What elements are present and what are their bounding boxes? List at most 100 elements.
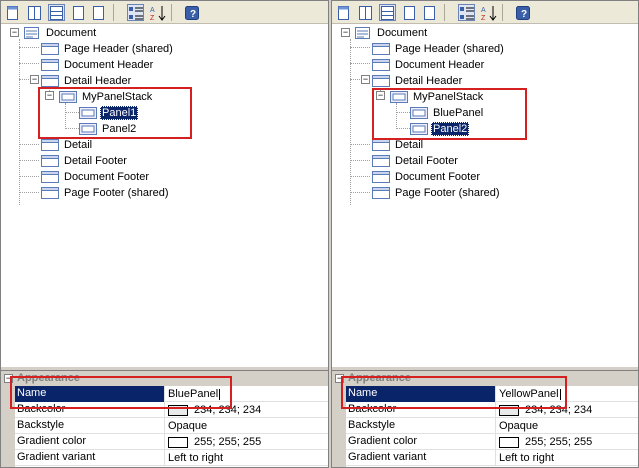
tree-connector: [350, 63, 370, 64]
collapse-document-toggle[interactable]: −: [341, 28, 350, 37]
svg-text:A: A: [150, 7, 155, 14]
tree-node-detail[interactable]: Detail: [41, 137, 94, 152]
property-value[interactable]: 255; 255; 255: [166, 434, 328, 450]
property-grid: − Appearance Name YellowPanel Backcolor …: [332, 370, 638, 467]
toolbar: AZ ?: [332, 1, 638, 24]
color-swatch: [499, 436, 519, 448]
property-pages-icon[interactable]: ?: [183, 4, 200, 21]
tree-connector: [19, 192, 39, 193]
section-icon[interactable]: [335, 4, 352, 21]
property-name: Gradient color: [15, 434, 165, 450]
section-icon: [372, 42, 390, 55]
rows-icon[interactable]: [48, 4, 65, 21]
tree-node-label: Document Footer: [395, 170, 480, 183]
blank-page-icon[interactable]: [90, 4, 107, 21]
tree-node-document-footer[interactable]: Document Footer: [41, 169, 151, 184]
section-icon: [372, 58, 390, 71]
property-value-text: 255; 255; 255: [194, 435, 262, 448]
right-designer-pane: AZ ? − − − Document Page Header (shared)…: [331, 0, 639, 468]
color-swatch: [168, 436, 188, 448]
tree-node-page-footer[interactable]: Page Footer (shared): [41, 185, 171, 200]
categorized-icon[interactable]: [127, 4, 144, 21]
columns-icon[interactable]: [357, 4, 374, 21]
tree-node-page-header[interactable]: Page Header (shared): [41, 41, 175, 56]
property-name: Gradient color: [346, 434, 496, 450]
collapse-detail-header-toggle[interactable]: −: [30, 75, 39, 84]
property-value[interactable]: Opaque: [166, 418, 328, 434]
property-value-text: 255; 255; 255: [525, 435, 593, 448]
section-icon: [41, 170, 59, 183]
tree-connector: [350, 47, 370, 48]
rows-icon[interactable]: [379, 4, 396, 21]
tree-connector: [19, 63, 39, 64]
tree-connector: [19, 160, 39, 161]
svg-text:Z: Z: [150, 15, 155, 21]
sort-az-icon[interactable]: AZ: [149, 4, 166, 21]
property-value[interactable]: Left to right: [166, 450, 328, 466]
section-icon: [372, 170, 390, 183]
sort-az-icon[interactable]: AZ: [480, 4, 497, 21]
tree-node-page-footer[interactable]: Page Footer (shared): [372, 185, 502, 200]
tree-node-document[interactable]: Document: [354, 25, 429, 40]
toolbar-separator: [113, 4, 114, 21]
property-value[interactable]: 255; 255; 255: [497, 434, 638, 450]
left-designer-pane: AZ ? − − − Document Page Header (shared): [0, 0, 329, 468]
tree-connector: [19, 176, 39, 177]
svg-text:?: ?: [190, 9, 196, 20]
section-icon: [372, 138, 390, 151]
tree-node-label: Document Header: [64, 58, 154, 71]
property-pages-icon[interactable]: ?: [514, 4, 531, 21]
collapse-document-toggle[interactable]: −: [10, 28, 19, 37]
toolbar-separator: [502, 4, 503, 21]
tree-node-label: Document: [46, 26, 97, 39]
property-value[interactable]: Opaque: [497, 418, 638, 434]
property-name: Backstyle: [346, 418, 496, 434]
section-icon: [372, 154, 390, 167]
categorized-icon[interactable]: [458, 4, 475, 21]
tree-node-label: Page Footer (shared): [395, 186, 500, 199]
tree-node-detail-footer[interactable]: Detail Footer: [41, 153, 129, 168]
collapse-detail-header-toggle[interactable]: −: [361, 75, 370, 84]
tree-node-label: Detail Header: [64, 74, 132, 87]
section-icon[interactable]: [4, 4, 21, 21]
section-icon: [41, 42, 59, 55]
property-row-backstyle[interactable]: Backstyle Opaque: [346, 418, 638, 434]
tree-node-label: Page Header (shared): [64, 42, 173, 55]
property-name: Gradient variant: [15, 450, 165, 466]
page-icon[interactable]: [401, 4, 418, 21]
tree-node-document-header[interactable]: Document Header: [41, 57, 155, 72]
highlight-box: [10, 376, 232, 409]
property-name: Backstyle: [15, 418, 165, 434]
tree-node-document[interactable]: Document: [23, 25, 98, 40]
tree-node-detail-header[interactable]: Detail Header: [372, 73, 464, 88]
property-row-gradient-variant[interactable]: Gradient variant Left to right: [15, 450, 328, 466]
tree-node-page-header[interactable]: Page Header (shared): [372, 41, 506, 56]
section-icon: [41, 58, 59, 71]
tree-node-label: Detail Footer: [64, 154, 127, 167]
svg-text:Z: Z: [481, 15, 486, 21]
toolbar-separator: [171, 4, 172, 21]
tree-node-document-footer[interactable]: Document Footer: [372, 169, 482, 184]
tree-connector: [19, 144, 39, 145]
highlight-box: [372, 88, 527, 140]
property-row-gradient-color[interactable]: Gradient color 255; 255; 255: [346, 434, 638, 450]
page-icon[interactable]: [70, 4, 87, 21]
tree-connector: [19, 47, 39, 48]
tree-node-detail-footer[interactable]: Detail Footer: [372, 153, 460, 168]
tree-connector: [19, 79, 29, 80]
tree-connector: [350, 176, 370, 177]
tree-node-document-header[interactable]: Document Header: [372, 57, 486, 72]
property-row-backstyle[interactable]: Backstyle Opaque: [15, 418, 328, 434]
report-tree: − − − Document Page Header (shared) Docu…: [332, 25, 638, 367]
blank-page-icon[interactable]: [421, 4, 438, 21]
columns-icon[interactable]: [26, 4, 43, 21]
property-row-gradient-color[interactable]: Gradient color 255; 255; 255: [15, 434, 328, 450]
tree-connector: [350, 192, 370, 193]
toolbar: AZ ?: [1, 1, 328, 24]
section-icon: [41, 74, 59, 87]
tree-node-detail-header[interactable]: Detail Header: [41, 73, 133, 88]
property-value[interactable]: Left to right: [497, 450, 638, 466]
property-row-gradient-variant[interactable]: Gradient variant Left to right: [346, 450, 638, 466]
tree-connector: [350, 144, 370, 145]
tree-node-label: Document Footer: [64, 170, 149, 183]
